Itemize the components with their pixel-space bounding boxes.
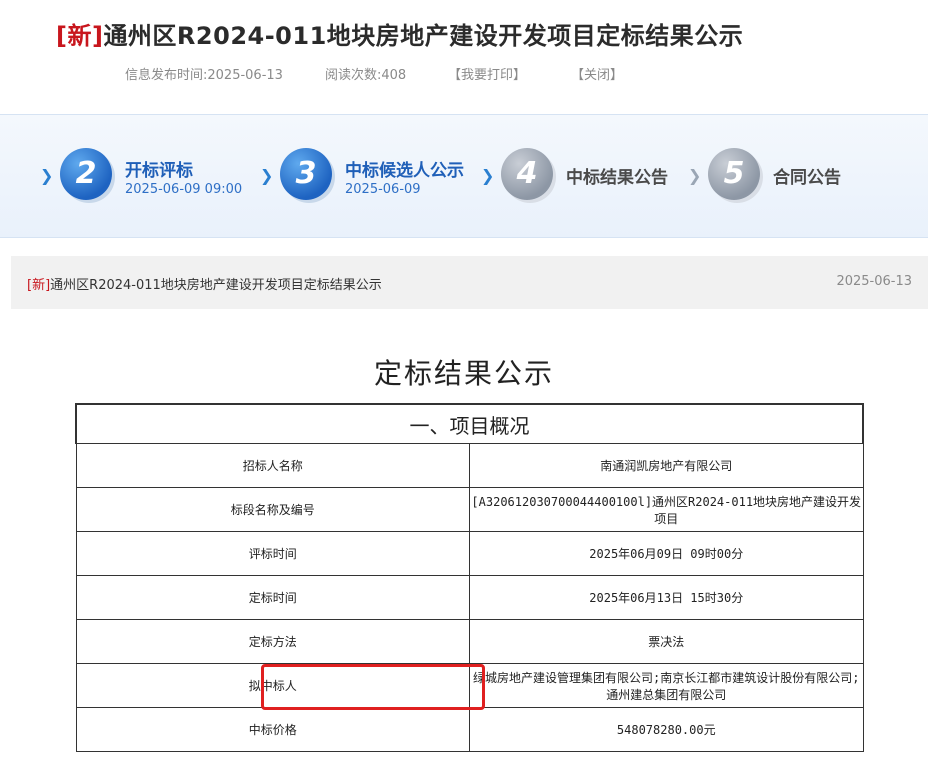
page-title-text: 通州区R2024-011地块房地产建设开发项目定标结果公示 xyxy=(103,22,744,50)
close-link[interactable]: 【关闭】 xyxy=(571,64,623,83)
article-meta: 信息发布时间:2025-06-13 阅读次数:408 【我要打印】 【关闭】 xyxy=(0,64,928,84)
step-label: 中标候选人公示 xyxy=(345,161,464,181)
section-title: 一、项目概况 xyxy=(75,403,864,444)
chevron-right-icon: ❯ xyxy=(260,166,274,185)
table-row: 标段名称及编号 [A320612030700044400100l]通州区R202… xyxy=(75,487,864,532)
chevron-right-icon: ❯ xyxy=(688,166,702,185)
row-label: 评标时间 xyxy=(75,531,470,576)
row-label: 定标方法 xyxy=(75,619,470,664)
read-count: 阅读次数:408 xyxy=(325,68,407,83)
new-tag: [新] xyxy=(56,22,104,50)
step-label: 合同公告 xyxy=(773,168,841,188)
row-value: 绿城房地产建设管理集团有限公司;南京长江都市建筑设计股份有限公司;通州建总集团有… xyxy=(469,663,864,708)
row-value: 南通润凯房地产有限公司 xyxy=(469,443,864,488)
row-value: 548078280.00元 xyxy=(469,707,864,752)
step-date: 2025-06-09 xyxy=(345,182,421,197)
document-title: 定标结果公示 xyxy=(373,357,554,390)
step-number-badge: 2 xyxy=(60,148,112,200)
print-link[interactable]: 【我要打印】 xyxy=(448,64,526,83)
chevron-right-icon: ❯ xyxy=(40,166,54,185)
table-row: 中标价格 548078280.00元 xyxy=(75,707,864,752)
table-row: 定标时间 2025年06月13日 15时30分 xyxy=(75,575,864,620)
row-value: 票决法 xyxy=(469,619,864,664)
step-number-badge: 5 xyxy=(708,148,760,200)
result-table: 一、项目概况 招标人名称 南通润凯房地产有限公司 标段名称及编号 [A32061… xyxy=(75,403,864,752)
announcement-list-item[interactable]: [新]通州区R2024-011地块房地产建设开发项目定标结果公示 2025-06… xyxy=(11,256,928,309)
row-label: 标段名称及编号 xyxy=(75,487,470,532)
row-value: [A320612030700044400100l]通州区R2024-011地块房… xyxy=(469,487,864,532)
table-row: 拟中标人 绿城房地产建设管理集团有限公司;南京长江都市建筑设计股份有限公司;通州… xyxy=(75,663,864,708)
step-label: 中标结果公告 xyxy=(566,168,668,188)
list-item-title-text: 通州区R2024-011地块房地产建设开发项目定标结果公示 xyxy=(50,278,382,293)
row-value: 2025年06月13日 15时30分 xyxy=(469,575,864,620)
row-label: 拟中标人 xyxy=(75,663,470,708)
table-row: 评标时间 2025年06月09日 09时00分 xyxy=(75,531,864,576)
step-date: 2025-06-09 09:00 xyxy=(125,182,243,197)
list-item-title[interactable]: [新]通州区R2024-011地块房地产建设开发项目定标结果公示 xyxy=(27,274,382,293)
step-number-badge: 3 xyxy=(280,148,332,200)
table-row: 招标人名称 南通润凯房地产有限公司 xyxy=(75,443,864,488)
step-number-badge: 4 xyxy=(501,148,553,200)
page-title: [新]通州区R2024-011地块房地产建设开发项目定标结果公示 xyxy=(56,16,743,51)
list-item-date: 2025-06-13 xyxy=(836,274,912,289)
row-value: 2025年06月09日 09时00分 xyxy=(469,531,864,576)
row-label: 定标时间 xyxy=(75,575,470,620)
publish-time: 信息发布时间:2025-06-13 xyxy=(125,68,283,83)
section-header-row: 一、项目概况 xyxy=(75,403,864,444)
row-label: 中标价格 xyxy=(75,707,470,752)
new-tag: [新] xyxy=(27,278,51,293)
row-label: 招标人名称 xyxy=(75,443,470,488)
chevron-right-icon: ❯ xyxy=(481,166,495,185)
table-row: 定标方法 票决法 xyxy=(75,619,864,664)
step-label: 开标评标 xyxy=(125,161,193,181)
